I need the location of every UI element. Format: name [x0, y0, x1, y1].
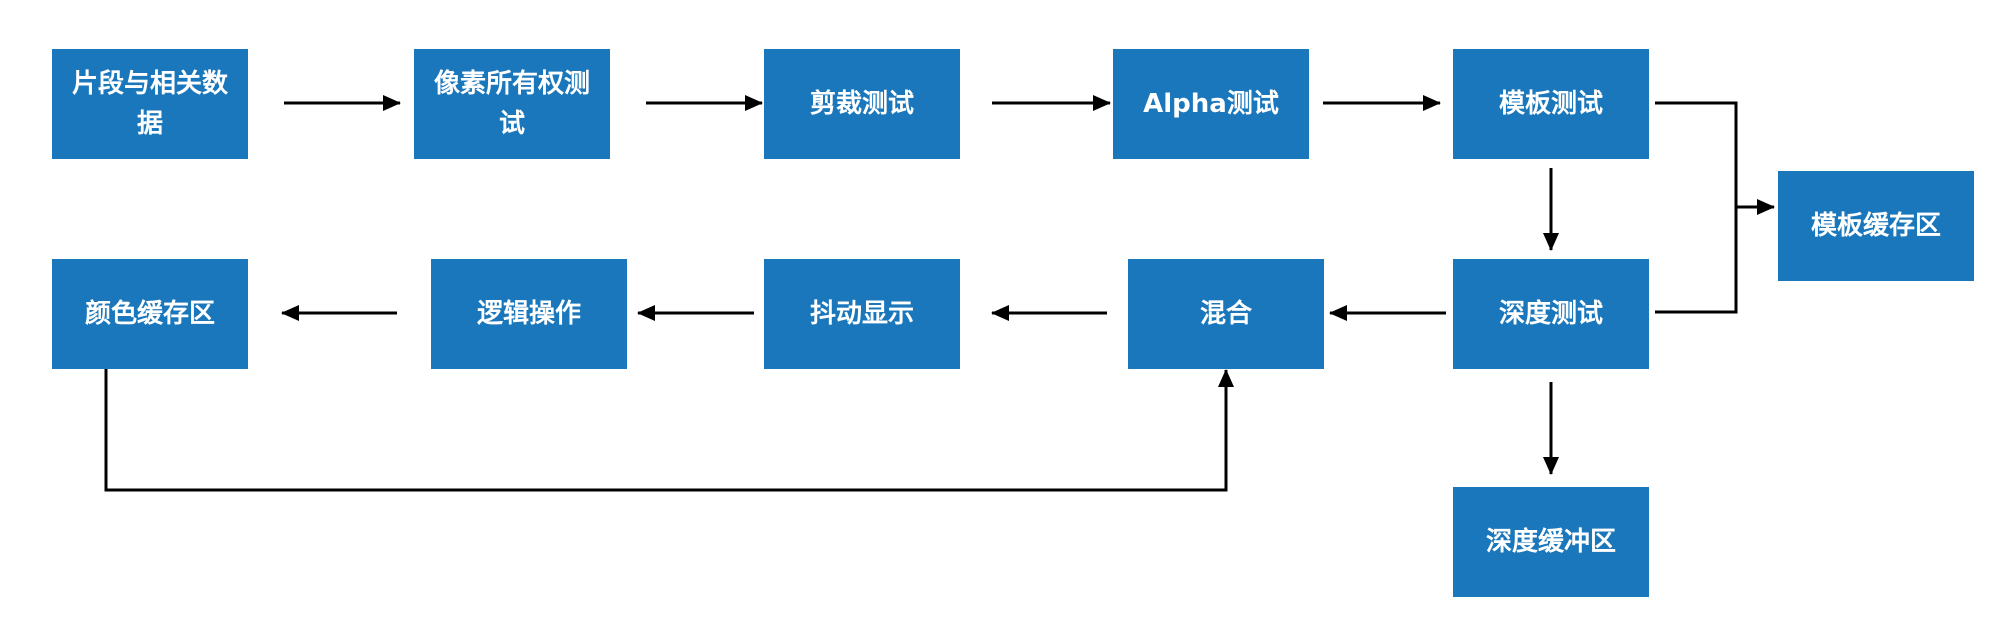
node-stencil-buffer: 模板缓存区	[1778, 171, 1974, 281]
node-color-buffer: 颜色缓存区	[52, 259, 248, 369]
node-pixel-ownership-test: 像素所有权测试	[414, 49, 610, 159]
node-logic-op: 逻辑操作	[431, 259, 627, 369]
node-depth-test: 深度测试	[1453, 259, 1649, 369]
node-dithering: 抖动显示	[764, 259, 960, 369]
node-fragment-data: 片段与相关数据	[52, 49, 248, 159]
node-alpha-test: Alpha测试	[1113, 49, 1309, 159]
node-depth-buffer: 深度缓冲区	[1453, 487, 1649, 597]
node-stencil-test: 模板测试	[1453, 49, 1649, 159]
node-blending: 混合	[1128, 259, 1324, 369]
node-scissor-test: 剪裁测试	[764, 49, 960, 159]
feedback-color-buffer-to-blending	[104, 368, 1234, 492]
bracket-to-stencil-buffer	[1655, 101, 1738, 314]
pipeline-diagram: 片段与相关数据 像素所有权测试 剪裁测试 Alpha测试 模板测试 模板缓存区 …	[0, 0, 2010, 628]
connector-layer	[104, 95, 1775, 492]
